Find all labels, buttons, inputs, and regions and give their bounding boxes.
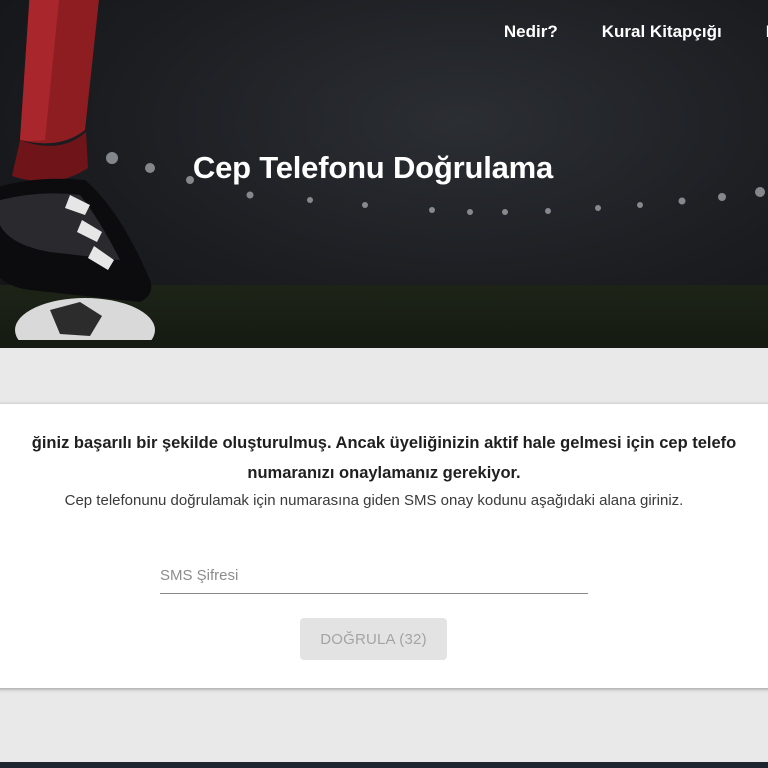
- verify-button[interactable]: DOĞRULA (32): [300, 618, 447, 660]
- hero-banner: Nedir? Kural Kitapçığı B Cep Telefonu Do…: [0, 0, 768, 348]
- verification-message-line-2: numaranızı onaylamanız gerekiyor.: [247, 464, 521, 482]
- top-navigation: Nedir? Kural Kitapçığı B: [504, 20, 768, 44]
- page-title: Cep Telefonu Doğrulama: [192, 150, 554, 185]
- verification-message: ğiniz başarılı bir şekilde oluşturulmuş.…: [0, 428, 768, 488]
- nav-item-kural-kitapcigi[interactable]: Kural Kitapçığı: [602, 20, 722, 44]
- sms-code-input[interactable]: [160, 558, 588, 594]
- nav-item-nedir[interactable]: Nedir?: [504, 20, 558, 44]
- footer-strip: [0, 762, 768, 768]
- verification-card: ğiniz başarılı bir şekilde oluşturulmuş.…: [0, 404, 768, 688]
- sms-instruction-text: Cep telefonunu doğrulamak için numarasın…: [64, 492, 684, 509]
- verification-message-line-1: ğiniz başarılı bir şekilde oluşturulmuş.…: [31, 434, 737, 452]
